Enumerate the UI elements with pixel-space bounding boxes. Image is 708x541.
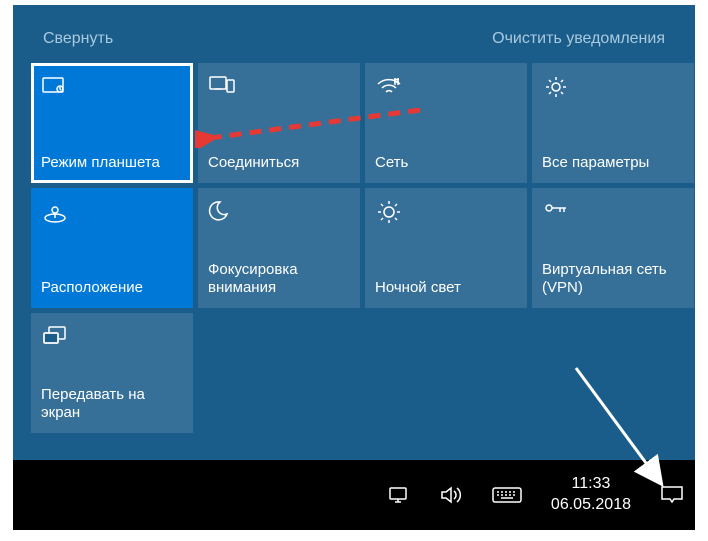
volume-tray-icon[interactable] <box>439 483 463 507</box>
tile-label: Расположение <box>41 279 183 298</box>
tile-label: Соединиться <box>208 154 350 173</box>
tile-all-settings[interactable]: Все параметры <box>532 63 694 183</box>
sun-icon <box>375 198 403 226</box>
quick-action-tiles: Режим планшета Соединиться <box>13 63 695 433</box>
taskbar-clock[interactable]: 11:33 06.05.2018 <box>551 474 631 516</box>
tile-location[interactable]: Расположение <box>31 188 193 308</box>
tile-label: Фокусировка внимания <box>208 261 350 299</box>
tablet-icon <box>41 73 69 101</box>
tile-connect[interactable]: Соединиться <box>198 63 360 183</box>
action-center-panel: Свернуть Очистить уведомления Режим план… <box>13 5 695 460</box>
connect-icon <box>208 73 236 101</box>
gear-icon <box>542 73 570 101</box>
network-tray-icon[interactable] <box>387 483 411 507</box>
tile-project[interactable]: Передавать на экран <box>31 313 193 433</box>
keyboard-tray-icon[interactable] <box>491 483 523 507</box>
collapse-link[interactable]: Свернуть <box>43 30 113 48</box>
tile-label: Режим планшета <box>41 154 183 173</box>
tile-label: Ночной свет <box>375 279 517 298</box>
tile-label: Сеть <box>375 154 517 173</box>
tile-label: Передавать на экран <box>41 386 183 424</box>
project-icon <box>41 323 69 351</box>
wifi-icon <box>375 73 403 101</box>
tile-tablet-mode[interactable]: Режим планшета <box>31 63 193 183</box>
taskbar: 11:33 06.05.2018 <box>13 460 695 530</box>
tile-vpn[interactable]: Виртуальная сеть (VPN) <box>532 188 694 308</box>
taskbar-time: 11:33 <box>551 474 631 495</box>
tile-network[interactable]: Сеть <box>365 63 527 183</box>
action-center-tray-icon[interactable] <box>659 482 685 508</box>
tile-focus-assist[interactable]: Фокусировка внимания <box>198 188 360 308</box>
taskbar-date: 06.05.2018 <box>551 495 631 516</box>
tile-night-light[interactable]: Ночной свет <box>365 188 527 308</box>
tile-label: Все параметры <box>542 154 684 173</box>
vpn-icon <box>542 198 570 226</box>
location-icon <box>41 198 69 226</box>
tile-label: Виртуальная сеть (VPN) <box>542 261 684 299</box>
clear-notifications-link[interactable]: Очистить уведомления <box>492 30 665 48</box>
action-center-header: Свернуть Очистить уведомления <box>13 5 695 63</box>
moon-icon <box>208 198 236 226</box>
